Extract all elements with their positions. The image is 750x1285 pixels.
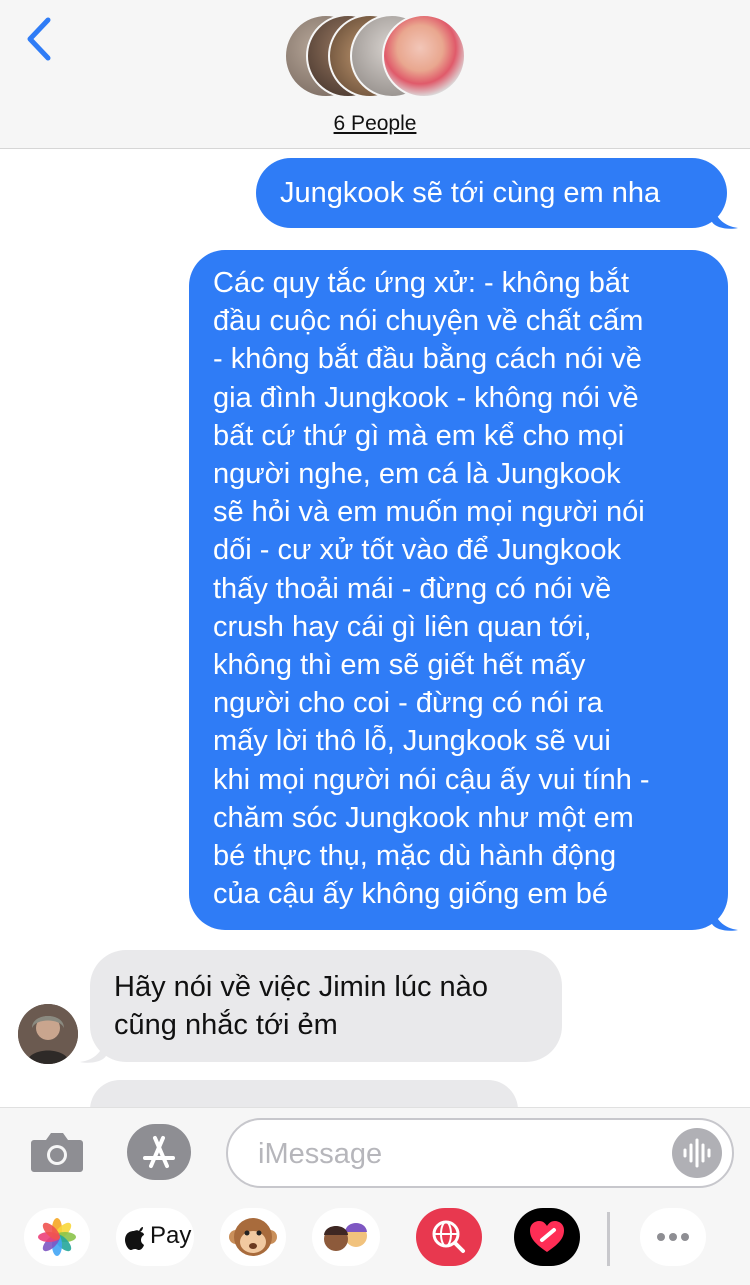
more-apps-button[interactable] bbox=[640, 1208, 706, 1266]
app-drawer-divider bbox=[607, 1212, 610, 1266]
photos-icon bbox=[38, 1218, 76, 1256]
heart-touch-icon bbox=[530, 1221, 564, 1252]
back-chevron-icon[interactable] bbox=[20, 16, 60, 62]
bubble-tail bbox=[80, 1034, 106, 1063]
group-avatars[interactable] bbox=[284, 14, 468, 98]
message-line: - không bắt đầu bằng cách nói về bbox=[213, 343, 642, 376]
sender-photo bbox=[18, 1004, 78, 1064]
message-line: người nghe, em cá là Jungkook bbox=[213, 458, 621, 491]
message-bubble-outgoing-rules[interactable]: Các quy tắc ứng xử: - không bắt đầu cuộc… bbox=[189, 250, 728, 930]
animoji-button[interactable] bbox=[220, 1208, 286, 1266]
message-line: khi mọi người nói cậu ấy vui tính - bbox=[213, 763, 650, 796]
message-line: bất cứ thứ gì mà em kể cho mọi bbox=[213, 419, 625, 452]
more-icon bbox=[657, 1233, 689, 1241]
message-text: Jungkook sẽ tới cùng em nha bbox=[280, 177, 661, 209]
message-line: mấy lời thô lỗ, Jungkook sẽ vui bbox=[213, 725, 611, 758]
app-drawer: Pay bbox=[0, 1208, 750, 1272]
message-input-placeholder: iMessage bbox=[258, 1138, 383, 1170]
monkey-face-icon bbox=[229, 1218, 277, 1256]
camera-icon[interactable] bbox=[30, 1128, 84, 1174]
message-line: sẽ hỏi và em muốn mọi người nói bbox=[213, 496, 645, 529]
app-store-icon bbox=[143, 1136, 175, 1168]
photos-app-button[interactable] bbox=[24, 1208, 90, 1266]
message-bubble-incoming[interactable]: Hãy nói về việc Jimin lúc nào cũng nhắc … bbox=[90, 950, 562, 1062]
memoji-stickers-icon bbox=[324, 1223, 367, 1251]
message-bubble-outgoing[interactable]: Jungkook sẽ tới cùng em nha bbox=[256, 158, 727, 228]
message-line: crush hay cái gì liên quan tới, bbox=[213, 610, 592, 643]
waveform-icon bbox=[683, 1138, 711, 1168]
message-line: người cho coi - đừng có nói ra bbox=[213, 687, 603, 720]
audio-message-button[interactable] bbox=[672, 1128, 722, 1178]
message-line: không thì em sẽ giết hết mấy bbox=[213, 649, 586, 682]
digital-touch-button[interactable] bbox=[514, 1208, 580, 1266]
sender-avatar[interactable] bbox=[18, 1004, 78, 1064]
message-line: bé thực thụ, mặc dù hành động bbox=[213, 840, 617, 873]
web-search-button[interactable] bbox=[416, 1208, 482, 1266]
message-line: dối - cư xử tốt vào để Jungkook bbox=[213, 534, 621, 567]
group-avatar-5 bbox=[382, 14, 466, 98]
message-line: Hãy nói về việc Jimin lúc nào bbox=[114, 971, 488, 1003]
app-store-button[interactable] bbox=[127, 1124, 191, 1180]
conversation-header: 6 People bbox=[0, 0, 750, 149]
bubble-tail bbox=[712, 902, 738, 931]
message-line: chăm sóc Jungkook như một em bbox=[213, 801, 634, 834]
apple-pay-label: Pay bbox=[150, 1222, 192, 1249]
message-input[interactable]: iMessage bbox=[226, 1118, 734, 1188]
globe-search-icon bbox=[432, 1220, 465, 1253]
bubble-tail bbox=[712, 200, 738, 229]
apple-pay-button[interactable]: Pay bbox=[116, 1208, 194, 1266]
message-line: đầu cuộc nói chuyện về chất cấm bbox=[213, 305, 644, 338]
message-line: cũng nhắc tới ẻm bbox=[114, 1009, 338, 1041]
message-line: Các quy tắc ứng xử: - không bắt bbox=[213, 267, 630, 299]
memoji-button[interactable] bbox=[312, 1208, 380, 1266]
group-title[interactable]: 6 People bbox=[0, 112, 750, 136]
message-line: thấy thoải mái - đừng có nói về bbox=[213, 572, 612, 605]
message-line: của cậu ấy không giống em bé bbox=[213, 878, 608, 911]
message-line: gia đình Jungkook - không nói về bbox=[213, 381, 639, 414]
